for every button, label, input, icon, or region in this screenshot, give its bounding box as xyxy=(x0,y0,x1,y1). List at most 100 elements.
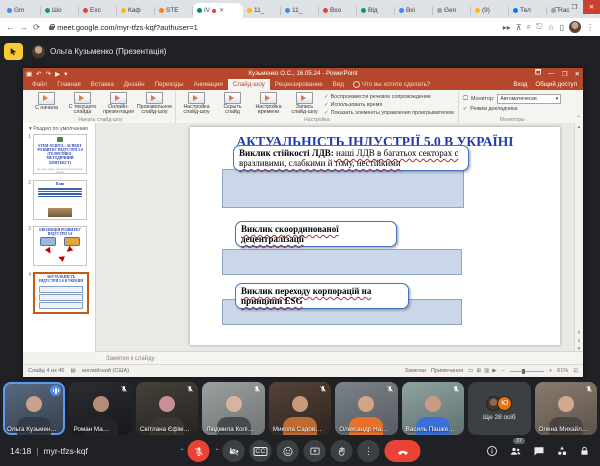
address-bar[interactable]: meet.google.com/myr-tfzs-kqf?authuser=1 xyxy=(45,21,498,33)
secure-lock-icon[interactable] xyxy=(49,24,54,30)
participant-tile[interactable]: Світлана Єфім… xyxy=(136,382,198,435)
ribbon-button[interactable]: С начала xyxy=(30,92,63,116)
ribbon-tab-active[interactable]: Слайд-шоу xyxy=(228,79,270,90)
ribbon-options-icon[interactable]: 🗖 xyxy=(535,68,541,79)
ribbon-button[interactable]: Онлайн-презентация xyxy=(102,92,135,116)
ribbon-tab-item[interactable]: Главная xyxy=(52,79,86,90)
ribbon-button[interactable]: Запись слайд-шоу xyxy=(288,92,321,116)
view-mode-icon[interactable]: ⊞ xyxy=(477,368,482,374)
sign-in-link[interactable]: Вход xyxy=(513,81,527,88)
people-panel-icon[interactable]: 37 xyxy=(509,445,522,457)
slide-shape-back-2[interactable] xyxy=(222,249,462,275)
back-icon[interactable]: ← xyxy=(6,22,15,32)
ribbon-tab-item[interactable]: Вид xyxy=(328,79,349,90)
monitor-dropdown[interactable]: Автоматически▾ xyxy=(497,94,561,104)
browser-tab[interactable]: Gen xyxy=(433,3,471,18)
side-panel-icon[interactable]: ▯ xyxy=(560,23,564,32)
thumbnail-preview[interactable]: План xyxy=(33,180,87,220)
ribbon-tab-item[interactable]: Анимации xyxy=(189,79,228,90)
ppt-minimize-button[interactable]: — xyxy=(548,70,555,77)
view-mode-icon[interactable]: ▥ xyxy=(484,368,489,374)
qat-customize-icon[interactable]: ▾ xyxy=(64,70,67,78)
participant-tile[interactable]: Роман Ма… xyxy=(69,382,131,435)
redo-icon[interactable]: ↷ xyxy=(46,70,51,78)
forward-icon[interactable]: → xyxy=(20,22,29,32)
zoom-slider[interactable] xyxy=(510,371,544,372)
window-minimize-button[interactable]: — xyxy=(549,0,566,14)
reactions-button[interactable] xyxy=(277,440,299,462)
slideshow-icon[interactable]: ▶ xyxy=(55,70,60,78)
activities-icon[interactable] xyxy=(556,445,568,457)
ribbon-tab-item[interactable]: Вставка xyxy=(86,79,119,90)
meeting-details-icon[interactable] xyxy=(486,445,498,457)
browser-tab[interactable]: Каф xyxy=(117,3,155,18)
view-mode-icon[interactable]: ▭ xyxy=(468,368,473,374)
slide-thumbnail[interactable]: 3ЕВОЛЮЦІЯ РОЗВИТКУ ІНДУСТРІЇ 5.0 xyxy=(25,226,95,266)
participant-tile[interactable]: Олександр На… xyxy=(335,382,397,435)
ribbon-tab-item[interactable]: Дизайн xyxy=(119,79,150,90)
browser-tab[interactable]: Exc xyxy=(79,3,117,18)
slide-textbox-2[interactable]: Виклик скоординованої децентралізації xyxy=(235,221,397,247)
bookmark-star-icon[interactable]: ☆ xyxy=(547,23,554,32)
ribbon-button[interactable]: С текущего слайда xyxy=(66,92,99,116)
browser-tab[interactable]: Gm xyxy=(3,3,41,18)
browser-tab[interactable]: IV✕ xyxy=(193,3,243,18)
ribbon-button[interactable]: Настройка времени xyxy=(252,92,285,116)
slide-canvas[interactable]: АКТУАЛЬНІСТЬ ІНДУСТРІЇ 5.0 В УКРАЇНІ Вик… xyxy=(190,127,560,345)
url-text[interactable]: meet.google.com/myr-tfzs-kqf?authuser=1 xyxy=(57,23,198,32)
browser-tab[interactable]: STE xyxy=(155,3,193,18)
participant-tile[interactable]: Микола Садов… xyxy=(269,382,331,435)
collapse-ribbon-icon[interactable]: ⌃ xyxy=(576,115,581,122)
camera-options-chevron-icon[interactable]: ⌃ xyxy=(215,448,220,455)
slide-thumbnail[interactable]: 1STEM-ОСВІТА : АСПЕКТ РОЗВИТКУ ІНДУСТРІЇ… xyxy=(25,134,95,174)
view-mode-icon[interactable]: ▶ xyxy=(492,368,496,374)
proofing-icon[interactable]: ▤ xyxy=(71,368,76,374)
captions-button[interactable]: CC xyxy=(250,440,272,462)
participant-tile[interactable]: Олена Михайл… xyxy=(535,382,597,435)
present-screen-button[interactable] xyxy=(304,440,326,462)
browser-tab[interactable]: Шо xyxy=(41,3,79,18)
participant-tile[interactable]: Василь Пашке… xyxy=(402,382,464,435)
window-maximize-button[interactable]: ❐ xyxy=(566,0,583,14)
share-icon[interactable]: ⎋ xyxy=(536,22,542,32)
slide-thumbnail[interactable]: 4АКТУАЛЬНІСТЬ ІНДУСТРІЇ 5.0 В УКРАЇНІ xyxy=(25,272,95,314)
more-participants-tile[interactable]: ЮЩе 28 осіб xyxy=(468,382,530,435)
ppt-restore-button[interactable]: ❐ xyxy=(562,70,568,78)
ribbon-button[interactable]: Произвольное слайд-шоу xyxy=(138,92,171,116)
editor-scrollbar[interactable]: ▲ ⇞ ⇟ ▼ xyxy=(574,123,583,352)
ppt-close-button[interactable]: ✕ xyxy=(575,70,580,78)
zoom-out-button[interactable]: − xyxy=(502,368,505,374)
zoom-search-icon[interactable]: ⌕ xyxy=(527,22,531,32)
mic-options-chevron-icon[interactable]: ⌃ xyxy=(179,448,184,455)
prev-slide-icon[interactable]: ⇞ xyxy=(577,330,581,336)
zoom-in-button[interactable]: + xyxy=(549,368,552,374)
participant-tile[interactable]: Людмила Колі… xyxy=(202,382,264,435)
more-options-button[interactable]: ⋮ xyxy=(358,440,380,462)
thumbnail-preview[interactable]: ЕВОЛЮЦІЯ РОЗВИТКУ ІНДУСТРІЇ 5.0 xyxy=(33,226,87,266)
ribbon-checkbox[interactable]: ✓Воспроизвести речевое сопровождение xyxy=(324,94,454,100)
browser-tab[interactable]: (9) xyxy=(471,3,509,18)
refresh-icon[interactable]: ⟳ xyxy=(33,22,40,33)
tab-close-icon[interactable]: ✕ xyxy=(219,7,224,14)
ribbon-tab-item[interactable]: Файл xyxy=(27,79,52,90)
browser-menu-icon[interactable]: ⋮ xyxy=(586,23,594,32)
slide-textbox-1[interactable]: Виклик стійкості ЛДВ: наші ЛДВ в багатьо… xyxy=(233,145,469,171)
browser-tab[interactable]: 11_ xyxy=(243,3,281,18)
media-control-icon[interactable]: ▸▸ xyxy=(503,23,511,32)
window-close-button[interactable]: ✕ xyxy=(583,0,600,14)
translate-icon[interactable]: ⊼ xyxy=(516,23,522,32)
slide-shape-back-1[interactable] xyxy=(222,169,464,208)
ribbon-tab-item[interactable]: Рецензирование xyxy=(270,79,328,90)
notes-pane[interactable]: Заметки к слайду xyxy=(96,351,583,365)
slide-textbox-3[interactable]: Виклик переходу корпорацій на принципи E… xyxy=(235,283,409,309)
next-slide-icon[interactable]: ⇟ xyxy=(577,338,581,344)
ribbon-button[interactable]: Настройка слайд-шоу xyxy=(180,92,213,116)
ribbon-checkbox[interactable]: ✓Использовать время xyxy=(324,102,454,108)
ribbon-checkbox[interactable]: ✓Показать элементы управления проигрыват… xyxy=(324,110,454,116)
scroll-up-icon[interactable]: ▲ xyxy=(577,124,581,129)
save-icon[interactable]: ▣ xyxy=(26,70,32,78)
fit-to-window-icon[interactable]: ⊡ xyxy=(573,368,578,374)
camera-off-button[interactable] xyxy=(223,440,245,462)
leave-call-button[interactable] xyxy=(385,440,421,462)
browser-tab[interactable]: Від xyxy=(357,3,395,18)
